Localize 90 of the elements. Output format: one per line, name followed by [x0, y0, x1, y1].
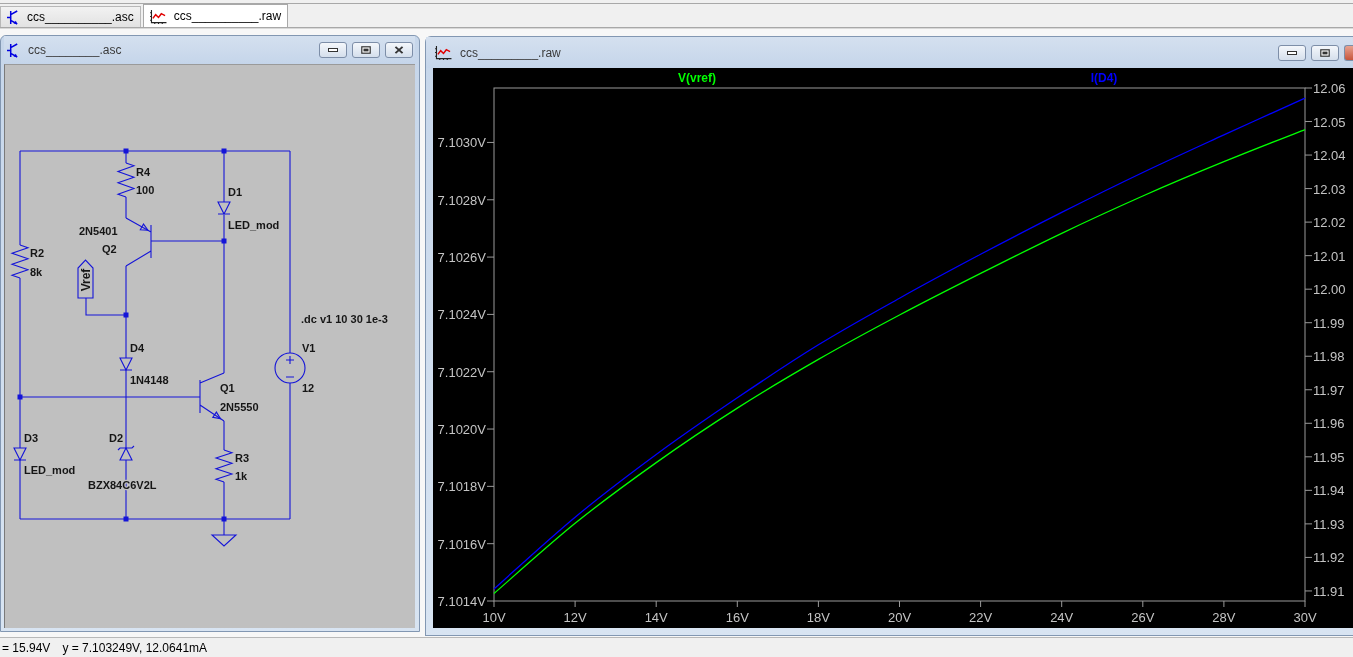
value-label: LED_mod — [24, 464, 76, 476]
spice-directive: .dc v1 10 30 1e-3 — [301, 313, 388, 325]
axis-tick-label: 12.05 — [1313, 114, 1346, 130]
axis-tick-label: 11.91 — [1313, 583, 1345, 599]
reference-label: D2 — [109, 432, 124, 444]
reference-label: D3 — [24, 432, 39, 444]
axis-tick-label: 11.93 — [1313, 516, 1345, 532]
resistor-symbol — [214, 449, 234, 483]
axis-tick-label: 12.03 — [1313, 181, 1346, 197]
axis-tick-label: 11.94 — [1313, 483, 1345, 499]
axis-tick-label: 12.06 — [1313, 81, 1346, 96]
maximize-button[interactable] — [352, 42, 380, 58]
axis-tick-label: 26V — [1131, 610, 1155, 625]
axis-tick-label: 24V — [1050, 610, 1074, 625]
reference-label: D4 — [130, 342, 145, 354]
axis-tick-label: 18V — [806, 610, 830, 625]
diode-symbol — [119, 357, 133, 371]
close-button[interactable] — [385, 42, 413, 58]
axis-tick-label: 12V — [563, 610, 587, 625]
transistor-icon — [7, 42, 20, 58]
axis-tick-label: 16V — [725, 610, 749, 625]
net-label: Vref — [77, 259, 94, 299]
axis-tick-label: 10V — [482, 610, 506, 625]
resistor-symbol — [116, 162, 136, 198]
axis-tick-label: 30V — [1293, 610, 1317, 625]
ground-symbol — [210, 534, 238, 547]
value-label: 2N5401 — [79, 225, 118, 237]
line-chart-icon — [435, 45, 452, 60]
axis-tick-label: 11.96 — [1313, 416, 1345, 432]
line-chart-icon — [149, 8, 167, 24]
value-label: 1k — [235, 470, 248, 482]
reference-label: V1 — [302, 342, 316, 354]
minimize-icon — [328, 46, 338, 54]
axis-tick-label: 22V — [969, 610, 993, 625]
axis-tick-label: 7.1014V — [437, 594, 486, 609]
resistor-symbol — [10, 244, 30, 279]
maximize-icon — [1320, 48, 1330, 57]
axis-tick-label: 7.1018V — [437, 479, 486, 495]
legend-label: V(vref) — [678, 71, 716, 85]
axis-tick-label: 12.01 — [1313, 248, 1346, 264]
axis-tick-label: 7.1024V — [437, 307, 486, 323]
axis-tick-label: 14V — [644, 610, 668, 625]
window-title: ccs_________.raw — [460, 45, 561, 60]
axis-tick-label: 20V — [887, 610, 912, 625]
window-title: ccs________.asc — [28, 43, 122, 57]
maximize-icon — [361, 46, 371, 54]
zener-diode-symbol — [117, 445, 135, 461]
axis-tick-label: 7.1030V — [437, 135, 486, 151]
value-label: 100 — [136, 184, 155, 196]
reference-label: Q1 — [220, 382, 235, 394]
cursor-y-readout: y = 7.103249V, 12.0641mA — [62, 640, 208, 655]
diode-symbol — [13, 447, 27, 461]
axis-tick-label: 7.1022V — [437, 364, 486, 380]
value-label: 1N4148 — [130, 374, 169, 386]
axis-tick-label: 7.1020V — [437, 422, 486, 438]
document-tab[interactable]: ccs__________.asc — [0, 6, 141, 27]
reference-label: Q2 — [102, 243, 117, 255]
axis-tick-label: 11.92 — [1313, 550, 1345, 566]
reference-label: D1 — [228, 186, 243, 198]
reference-label: R4 — [136, 166, 151, 178]
transistor-symbol — [125, 217, 152, 267]
close-icon — [394, 46, 404, 54]
wire — [125, 196, 127, 219]
axis-tick-label: 11.97 — [1313, 382, 1345, 398]
axis-tick-label: 11.99 — [1313, 315, 1345, 331]
axis-tick-label: 7.1026V — [437, 250, 486, 266]
reference-label: R2 — [30, 247, 45, 259]
value-label: LED_mod — [228, 219, 280, 231]
axis-tick-label: 11.98 — [1313, 349, 1345, 365]
axis-tick-label: 12.02 — [1313, 215, 1346, 231]
transistor-icon — [7, 9, 20, 25]
cursor-x-readout: = 15.94V — [2, 640, 51, 655]
maximize-button[interactable] — [1311, 44, 1339, 61]
value-label: 12 — [302, 382, 315, 394]
minimize-button[interactable] — [319, 42, 347, 58]
legend-label: I(D4) — [1090, 71, 1118, 85]
voltage-source-symbol — [274, 352, 306, 384]
document-tab[interactable]: ccs__________.raw — [142, 4, 289, 27]
axis-tick-label: 12.00 — [1313, 282, 1346, 298]
diode-symbol — [217, 201, 231, 215]
minimize-button[interactable] — [1278, 44, 1306, 61]
value-label: 8k — [30, 266, 43, 278]
axis-tick-label: 7.1016V — [437, 536, 486, 552]
value-label: 2N5550 — [220, 401, 259, 413]
axis-tick-label: 7.1028V — [437, 192, 486, 208]
axis-tick-label: 11.95 — [1313, 449, 1345, 465]
axis-tick-label: 28V — [1212, 610, 1236, 625]
axis-tick-label: 12.04 — [1313, 148, 1346, 164]
wire — [223, 420, 225, 451]
reference-label: R3 — [235, 452, 250, 464]
